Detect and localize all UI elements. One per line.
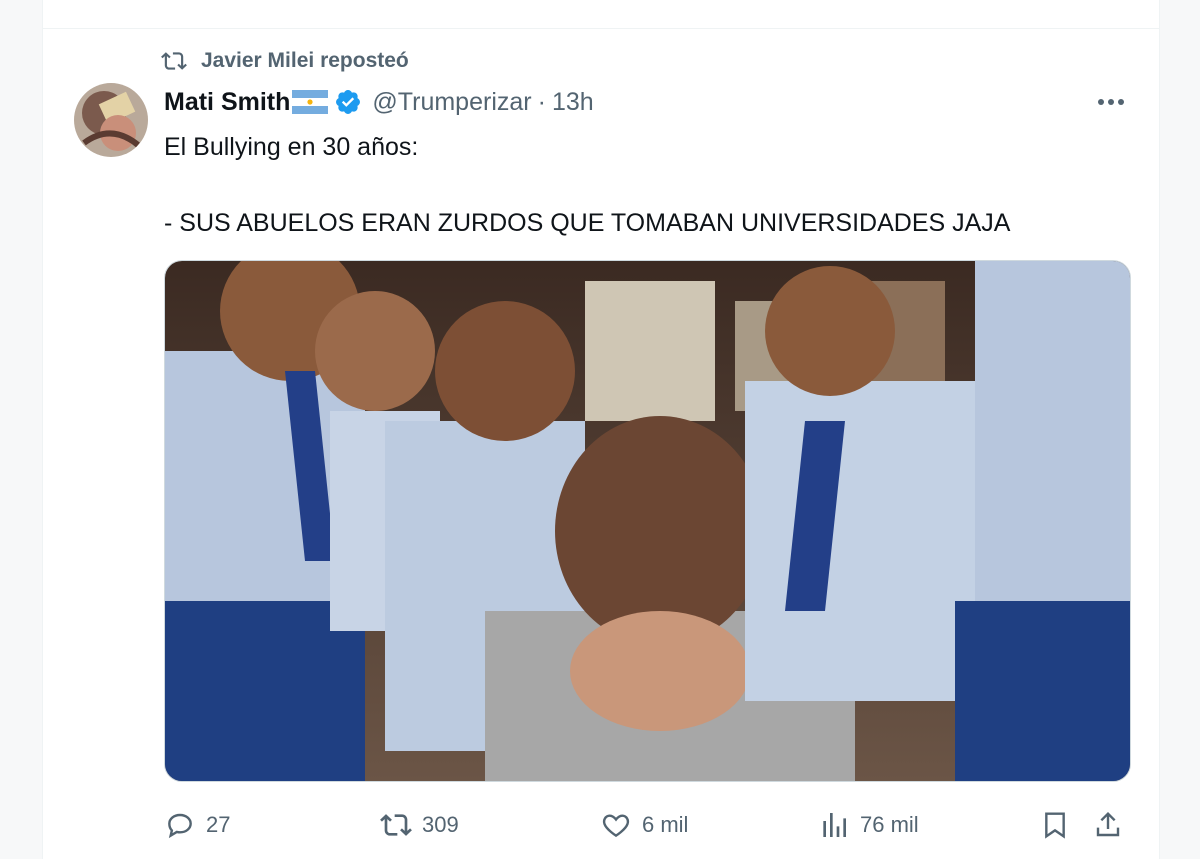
verified-badge-icon bbox=[336, 90, 361, 114]
display-name[interactable]: Mati Smith bbox=[164, 88, 290, 117]
bookmark-icon bbox=[1045, 812, 1065, 839]
user-handle[interactable]: @Trumperizar bbox=[372, 88, 531, 117]
more-icon[interactable] bbox=[1093, 88, 1129, 116]
tweet-text-line-1: El Bullying en 30 años: bbox=[164, 133, 419, 161]
argentina-flag-icon bbox=[292, 90, 329, 114]
views-count: 76 mil bbox=[860, 812, 919, 837]
tweet-text: El Bullying en 30 años: - SUS ABUELOS ER… bbox=[164, 128, 1010, 242]
photo-schoolchildren-laughing bbox=[165, 261, 1130, 781]
bookmark-button[interactable] bbox=[1039, 803, 1071, 847]
separator-dot: · bbox=[537, 87, 546, 116]
repost-button[interactable]: 309 bbox=[380, 803, 459, 847]
reply-count: 27 bbox=[206, 812, 231, 837]
share-button[interactable] bbox=[1092, 803, 1124, 847]
tweet-header: Mati Smith @Trumperizar · 13h bbox=[164, 84, 594, 120]
tweet-timestamp[interactable]: 13h bbox=[552, 88, 594, 117]
views-button[interactable]: 76 mil bbox=[818, 803, 919, 847]
reply-icon bbox=[168, 813, 192, 839]
heart-icon bbox=[602, 814, 630, 838]
reply-button[interactable]: 27 bbox=[164, 803, 230, 847]
tweet-actions: 27 309 6 mil 76 mil bbox=[164, 803, 1134, 847]
repost-icon bbox=[380, 814, 412, 836]
like-button[interactable]: 6 mil bbox=[600, 803, 688, 847]
social-context[interactable]: Javier Milei reposteó bbox=[161, 46, 409, 76]
tweet-text-line-2: - SUS ABUELOS ERAN ZURDOS QUE TOMABAN UN… bbox=[164, 209, 1011, 237]
like-count: 6 mil bbox=[642, 812, 689, 837]
share-icon bbox=[1096, 811, 1120, 837]
views-icon bbox=[823, 813, 846, 837]
tweet-media-image[interactable] bbox=[164, 260, 1131, 782]
avatar[interactable] bbox=[74, 83, 148, 157]
social-context-label: Javier Milei reposteó bbox=[201, 49, 409, 72]
repost-icon bbox=[161, 52, 187, 70]
previous-tweet-actions bbox=[43, 0, 1159, 29]
repost-count: 309 bbox=[422, 812, 459, 837]
timeline: Javier Milei reposteó Mati Smith @Trumpe… bbox=[42, 0, 1160, 859]
